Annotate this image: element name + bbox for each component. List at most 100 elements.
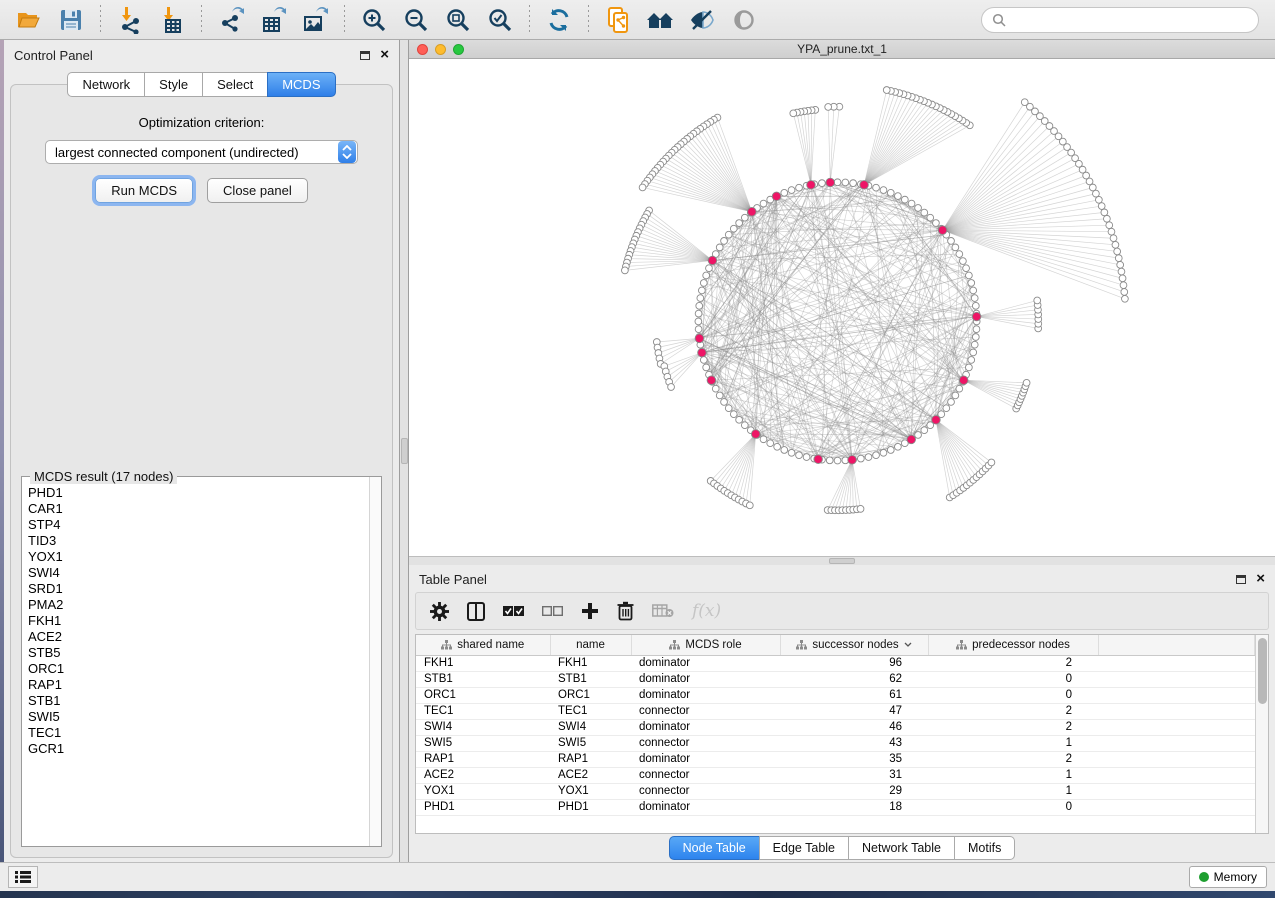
- table-cell[interactable]: dominator: [631, 671, 780, 687]
- col-predecessor-nodes[interactable]: predecessor nodes: [928, 635, 1098, 655]
- tab-motifs[interactable]: Motifs: [954, 836, 1015, 860]
- table-cell[interactable]: RAP1: [550, 751, 631, 767]
- export-network-icon[interactable]: [212, 4, 250, 36]
- table-cell[interactable]: 1: [928, 735, 1098, 751]
- duplicate-network-icon[interactable]: [599, 4, 637, 36]
- table-cell[interactable]: 29: [780, 783, 928, 799]
- table-cell[interactable]: 18: [780, 799, 928, 815]
- table-cell[interactable]: dominator: [631, 799, 780, 815]
- table-cell[interactable]: 2: [928, 655, 1098, 671]
- show-columns-icon[interactable]: [467, 602, 485, 621]
- table-cell[interactable]: 0: [928, 687, 1098, 703]
- table-row[interactable]: SWI5SWI5connector431: [416, 735, 1255, 751]
- table-cell[interactable]: dominator: [631, 719, 780, 735]
- table-cell[interactable]: SWI4: [550, 719, 631, 735]
- show-graphics-details-icon[interactable]: [725, 4, 763, 36]
- import-network-icon[interactable]: [111, 4, 149, 36]
- search-input[interactable]: [1012, 13, 1248, 27]
- table-cell[interactable]: [1098, 671, 1255, 687]
- task-history-button[interactable]: [8, 866, 38, 888]
- table-cell[interactable]: SWI4: [416, 719, 550, 735]
- table-cell[interactable]: 96: [780, 655, 928, 671]
- table-cell[interactable]: 2: [928, 703, 1098, 719]
- vertical-splitter[interactable]: [400, 40, 409, 862]
- export-image-icon[interactable]: [296, 4, 334, 36]
- zoom-out-icon[interactable]: [397, 4, 435, 36]
- save-session-icon[interactable]: [52, 4, 90, 36]
- table-row[interactable]: STB1STB1dominator620: [416, 671, 1255, 687]
- table-cell[interactable]: 2: [928, 719, 1098, 735]
- open-file-icon[interactable]: [10, 4, 48, 36]
- col-mcds-role[interactable]: MCDS role: [631, 635, 780, 655]
- table-cell[interactable]: SWI5: [416, 735, 550, 751]
- splitter-grip[interactable]: [401, 438, 408, 464]
- table-cell[interactable]: [1098, 703, 1255, 719]
- table-cell[interactable]: dominator: [631, 687, 780, 703]
- table-cell[interactable]: FKH1: [550, 655, 631, 671]
- table-settings-gear-icon[interactable]: [430, 602, 449, 621]
- mcds-result-item[interactable]: GCR1: [28, 741, 365, 757]
- table-row[interactable]: PHD1PHD1dominator180: [416, 799, 1255, 815]
- table-cell[interactable]: ORC1: [550, 687, 631, 703]
- table-cell[interactable]: 47: [780, 703, 928, 719]
- table-cell[interactable]: 43: [780, 735, 928, 751]
- table-cell[interactable]: PHD1: [550, 799, 631, 815]
- table-cell[interactable]: [1098, 783, 1255, 799]
- splitter-grip[interactable]: [829, 558, 855, 564]
- mcds-result-item[interactable]: RAP1: [28, 677, 365, 693]
- close-panel-button[interactable]: Close panel: [207, 178, 308, 203]
- table-scrollbar[interactable]: [1255, 635, 1268, 833]
- select-all-icon[interactable]: [503, 605, 524, 617]
- table-cell[interactable]: TEC1: [550, 703, 631, 719]
- close-panel-icon[interactable]: ×: [380, 50, 389, 60]
- table-cell[interactable]: 31: [780, 767, 928, 783]
- table-cell[interactable]: [1098, 767, 1255, 783]
- table-cell[interactable]: 2: [928, 751, 1098, 767]
- table-row[interactable]: SWI4SWI4dominator462: [416, 719, 1255, 735]
- zoom-fit-icon[interactable]: [439, 4, 477, 36]
- memory-button[interactable]: Memory: [1189, 866, 1267, 888]
- home-network-icon[interactable]: [641, 4, 679, 36]
- tab-node-table[interactable]: Node Table: [669, 836, 759, 860]
- zoom-in-icon[interactable]: [355, 4, 393, 36]
- table-cell[interactable]: 61: [780, 687, 928, 703]
- table-cell[interactable]: [1098, 751, 1255, 767]
- table-row[interactable]: ORC1ORC1dominator610: [416, 687, 1255, 703]
- table-cell[interactable]: 1: [928, 783, 1098, 799]
- table-cell[interactable]: SWI5: [550, 735, 631, 751]
- network-canvas[interactable]: [409, 59, 1275, 556]
- mcds-result-item[interactable]: SWI5: [28, 709, 365, 725]
- table-scrollbar-thumb[interactable]: [1258, 638, 1267, 704]
- table-cell[interactable]: [1098, 655, 1255, 671]
- table-row[interactable]: YOX1YOX1connector291: [416, 783, 1255, 799]
- table-cell[interactable]: [1098, 687, 1255, 703]
- table-cell[interactable]: connector: [631, 783, 780, 799]
- mcds-result-item[interactable]: STB5: [28, 645, 365, 661]
- export-table-icon[interactable]: [254, 4, 292, 36]
- table-cell[interactable]: dominator: [631, 751, 780, 767]
- node-table[interactable]: shared name name MCDS role successor nod…: [416, 635, 1255, 816]
- table-cell[interactable]: RAP1: [416, 751, 550, 767]
- deselect-all-icon[interactable]: [542, 605, 563, 617]
- mcds-result-item[interactable]: FKH1: [28, 613, 365, 629]
- tab-style[interactable]: Style: [144, 72, 202, 97]
- mcds-result-item[interactable]: TID3: [28, 533, 365, 549]
- mcds-result-scrollbar[interactable]: [369, 477, 381, 846]
- table-cell[interactable]: STB1: [416, 671, 550, 687]
- table-cell[interactable]: dominator: [631, 655, 780, 671]
- table-cell[interactable]: 1: [928, 767, 1098, 783]
- mcds-result-list[interactable]: PHD1CAR1STP4TID3YOX1SWI4SRD1PMA2FKH1ACE2…: [22, 477, 369, 846]
- run-mcds-button[interactable]: Run MCDS: [95, 178, 193, 203]
- table-row[interactable]: FKH1FKH1dominator962: [416, 655, 1255, 671]
- table-cell[interactable]: [1098, 735, 1255, 751]
- apply-layout-icon[interactable]: [540, 4, 578, 36]
- delete-column-icon[interactable]: [617, 601, 634, 621]
- table-cell[interactable]: FKH1: [416, 655, 550, 671]
- table-row[interactable]: TEC1TEC1connector472: [416, 703, 1255, 719]
- tab-edge-table[interactable]: Edge Table: [759, 836, 848, 860]
- float-panel-icon[interactable]: [1236, 575, 1246, 584]
- mcds-result-item[interactable]: CAR1: [28, 501, 365, 517]
- tab-network-table[interactable]: Network Table: [848, 836, 954, 860]
- table-cell[interactable]: 35: [780, 751, 928, 767]
- mcds-result-item[interactable]: ACE2: [28, 629, 365, 645]
